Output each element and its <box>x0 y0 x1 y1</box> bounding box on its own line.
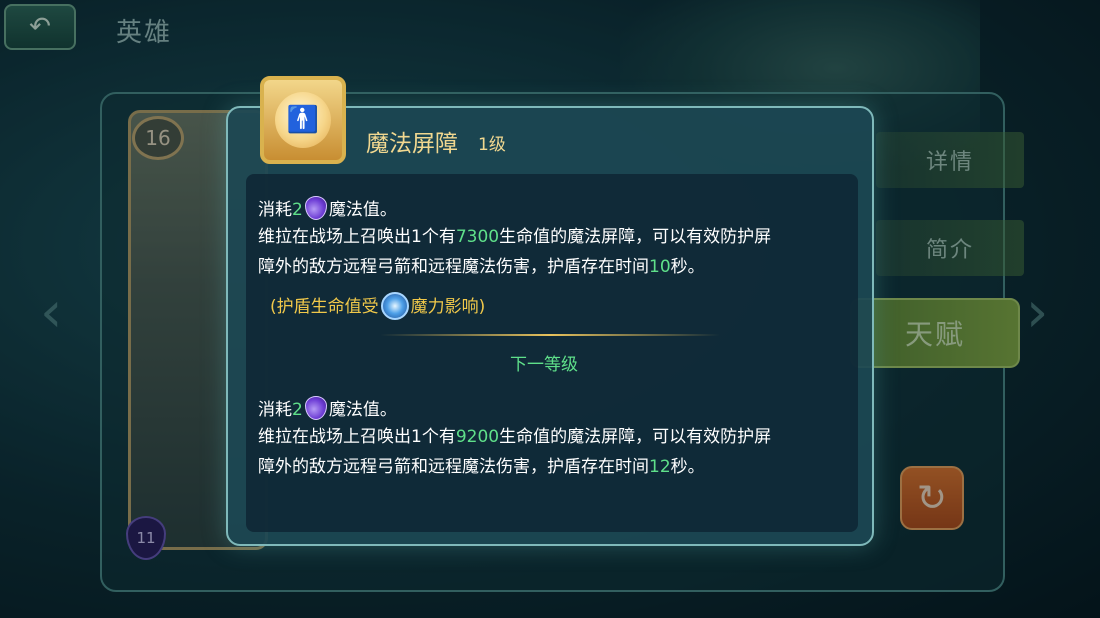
next-cost-line: 消耗2 魔法值。 <box>258 396 397 421</box>
next-desc-line-1: 维拉在战场上召唤出1个有9200生命值的魔法屏障，可以有效防护屏 <box>258 427 772 447</box>
shield-orb-icon: 🚹 <box>275 92 331 148</box>
mana-drop-icon <box>304 196 327 220</box>
skill-name: 魔法屏障 <box>366 131 458 157</box>
next-desc-line-2: 障外的敌方远程弓箭和远程魔法伤害，护盾存在时间12秒。 <box>258 457 705 477</box>
next-level-label: 下一等级 <box>510 355 578 375</box>
section-divider <box>380 334 720 336</box>
next-duration: 12 <box>649 457 671 477</box>
magic-power-icon <box>380 292 409 320</box>
current-cost-line: 消耗2 魔法值。 <box>258 196 397 221</box>
current-cost-value: 2 <box>292 200 303 220</box>
skill-level: 1级 <box>478 135 506 155</box>
next-barrier-hp: 9200 <box>455 427 500 447</box>
skill-icon: 🚹 <box>260 76 346 164</box>
current-barrier-hp: 7300 <box>455 227 500 247</box>
mana-drop-icon <box>304 396 327 420</box>
magic-scaling-note: (护盾生命值受 魔力影响) <box>270 292 485 320</box>
current-duration: 10 <box>649 257 671 277</box>
next-cost-value: 2 <box>292 400 303 420</box>
current-desc-line-1: 维拉在战场上召唤出1个有7300生命值的魔法屏障，可以有效防护屏 <box>258 227 772 247</box>
current-desc-line-2: 障外的敌方远程弓箭和远程魔法伤害，护盾存在时间10秒。 <box>258 257 705 277</box>
